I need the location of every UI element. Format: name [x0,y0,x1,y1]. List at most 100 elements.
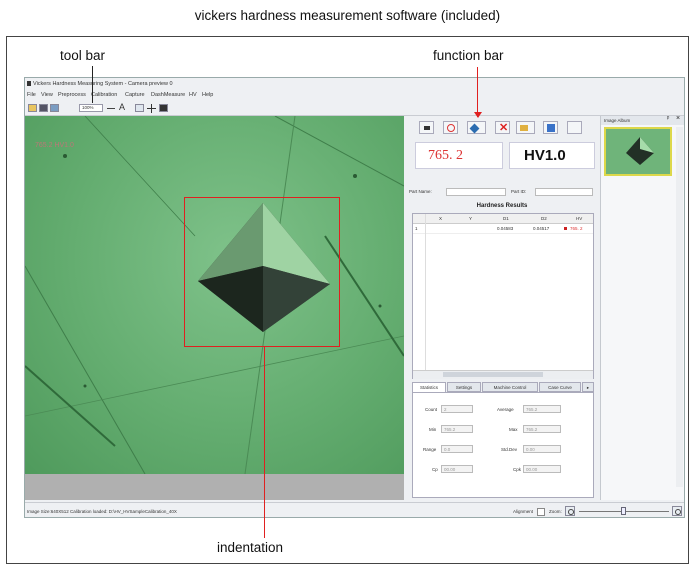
stddev-label: Std.Dev [501,447,518,452]
camera-mode-icon[interactable] [419,121,434,134]
grid-col-1 [425,214,426,370]
zoom-slider-thumb[interactable] [621,507,626,515]
status-text: Image Size:640X512 Calibration loaded: D… [27,509,177,514]
function-panel: ✕ 765. 2 HV1.0 Part Name: Part ID: Hardn… [409,116,595,500]
tool-bar-callout-line [92,66,93,103]
col-hv: HV [576,216,583,221]
tool-bar: 100% A [25,102,684,116]
crosshair-icon[interactable] [147,104,156,113]
count-value: 2 [441,405,473,413]
part-id-label: Part ID: [511,189,527,194]
open-icon[interactable] [28,104,37,112]
count-label: Count [425,407,438,412]
menu-help[interactable]: Help [202,92,213,98]
part-name-label: Part Name: [409,189,432,194]
delete-icon[interactable]: ✕ [495,121,510,134]
hardness-value: 765. 2 [428,148,463,163]
indentation-box [184,197,340,347]
snapshot-icon[interactable] [159,104,168,112]
zoom-out-button[interactable] [565,506,575,516]
max-label: Max [509,427,518,432]
report-icon[interactable] [543,121,558,134]
focus-icon[interactable] [443,121,458,134]
tab-statistics[interactable]: Statistics [412,382,446,392]
table-row[interactable]: 1 0.04583 0.04517 765. 2 [413,224,593,234]
min-label: Min [429,427,437,432]
zoom-select-value: 100% [82,105,94,110]
tabs-bar: Statistics Settings Machine Control Case… [412,382,594,392]
average-value: 765.2 [523,405,561,413]
album-thumbnail[interactable] [604,127,672,176]
results-table: X Y D1 D2 HV 1 0.04583 0.04517 765. 2 [412,213,594,379]
app-icon [27,81,31,86]
statistics-panel: Count 2 Average 765.2 Min 765.2 Max 765.… [412,392,594,498]
figure-title: vickers hardness measurement software (i… [194,8,501,23]
menu-view[interactable]: View [41,92,53,98]
menu-preprocess[interactable]: Preprocess [58,92,86,98]
image-album-panel: Image Album ᵖ × [600,115,684,500]
row-marker-icon [564,227,567,230]
overlay-value: 765.2 HV1.0 [35,142,74,149]
open-folder-icon[interactable] [516,121,535,134]
menu-dashmeasure[interactable]: DashMeasure [151,92,185,98]
line-width-icon[interactable] [107,108,115,109]
cp-label: Cp [432,467,438,472]
part-name-input[interactable] [446,188,506,196]
album-close-icon[interactable]: × [676,115,680,122]
tool-bar-caption: tool bar [60,48,106,63]
max-value: 765.2 [523,425,561,433]
image-viewer[interactable]: 765.2 HV1.0 [25,116,404,500]
alignment-checkbox[interactable] [537,508,545,516]
camera-image: 765.2 HV1.0 [25,116,404,474]
camera-icon[interactable] [50,104,59,112]
function-bar-callout-line [477,67,478,117]
row-index: 1 [415,226,418,231]
text-tool-button[interactable]: A [119,102,125,112]
grid-icon[interactable] [135,104,144,112]
menu-capture[interactable]: Capture [125,92,145,98]
move-icon[interactable] [467,121,486,134]
scrollbar-thumb[interactable] [443,372,543,377]
col-y: Y [469,216,473,221]
tab-settings[interactable]: Settings [447,382,481,392]
stddev-value: 0.00 [523,445,561,453]
zoom-select[interactable]: 100% [79,104,103,112]
album-header: Image Album ᵖ × [601,115,684,125]
min-value: 765.2 [441,425,473,433]
table-scrollbar[interactable] [413,370,593,379]
results-title: Hardness Results [476,203,528,209]
col-d1: D1 [503,216,509,221]
range-value: 0.0 [441,445,473,453]
row-d1: 0.04583 [497,226,514,231]
tab-scroll-right[interactable]: ▸ [582,382,594,392]
album-pin-icon[interactable]: ᵖ [667,116,669,122]
status-bar: Image Size:640X512 Calibration loaded: D… [25,502,684,517]
cpk-label: Cpk [513,467,522,472]
range-label: Range [423,447,437,452]
tab-machine-control[interactable]: Machine Control [482,382,538,392]
cpk-value: 00.00 [523,465,561,473]
col-d2: D2 [541,216,547,221]
menu-calibration[interactable]: Calibration [91,92,117,98]
hardness-value-box: 765. 2 [415,142,503,169]
cp-value: 00.00 [441,465,473,473]
menu-bar: File View Preprocess Calibration Capture… [25,92,684,101]
thumbnail-indentation [626,137,654,165]
function-bar-callout-arrow [474,112,482,118]
hardness-scale-box: HV1.0 [509,142,595,169]
save-icon[interactable] [39,104,48,112]
zoom-in-button[interactable] [672,506,682,516]
tab-case-curve[interactable]: Case Curve [539,382,581,392]
menu-file[interactable]: File [27,92,36,98]
part-id-input[interactable] [535,188,593,196]
alignment-label: Alignment [513,509,534,514]
app-window: Vickers Hardness Measuring System - Came… [24,77,685,518]
table-header: X Y D1 D2 HV [413,214,593,224]
function-bar-caption: function bar [433,48,504,63]
average-label: Average [497,407,514,412]
row-hv: 765. 2 [570,226,583,231]
album-scrollbar[interactable] [676,127,683,487]
menu-hv[interactable]: HV [189,92,197,98]
blank-icon[interactable] [567,121,582,134]
col-x: X [439,216,443,221]
